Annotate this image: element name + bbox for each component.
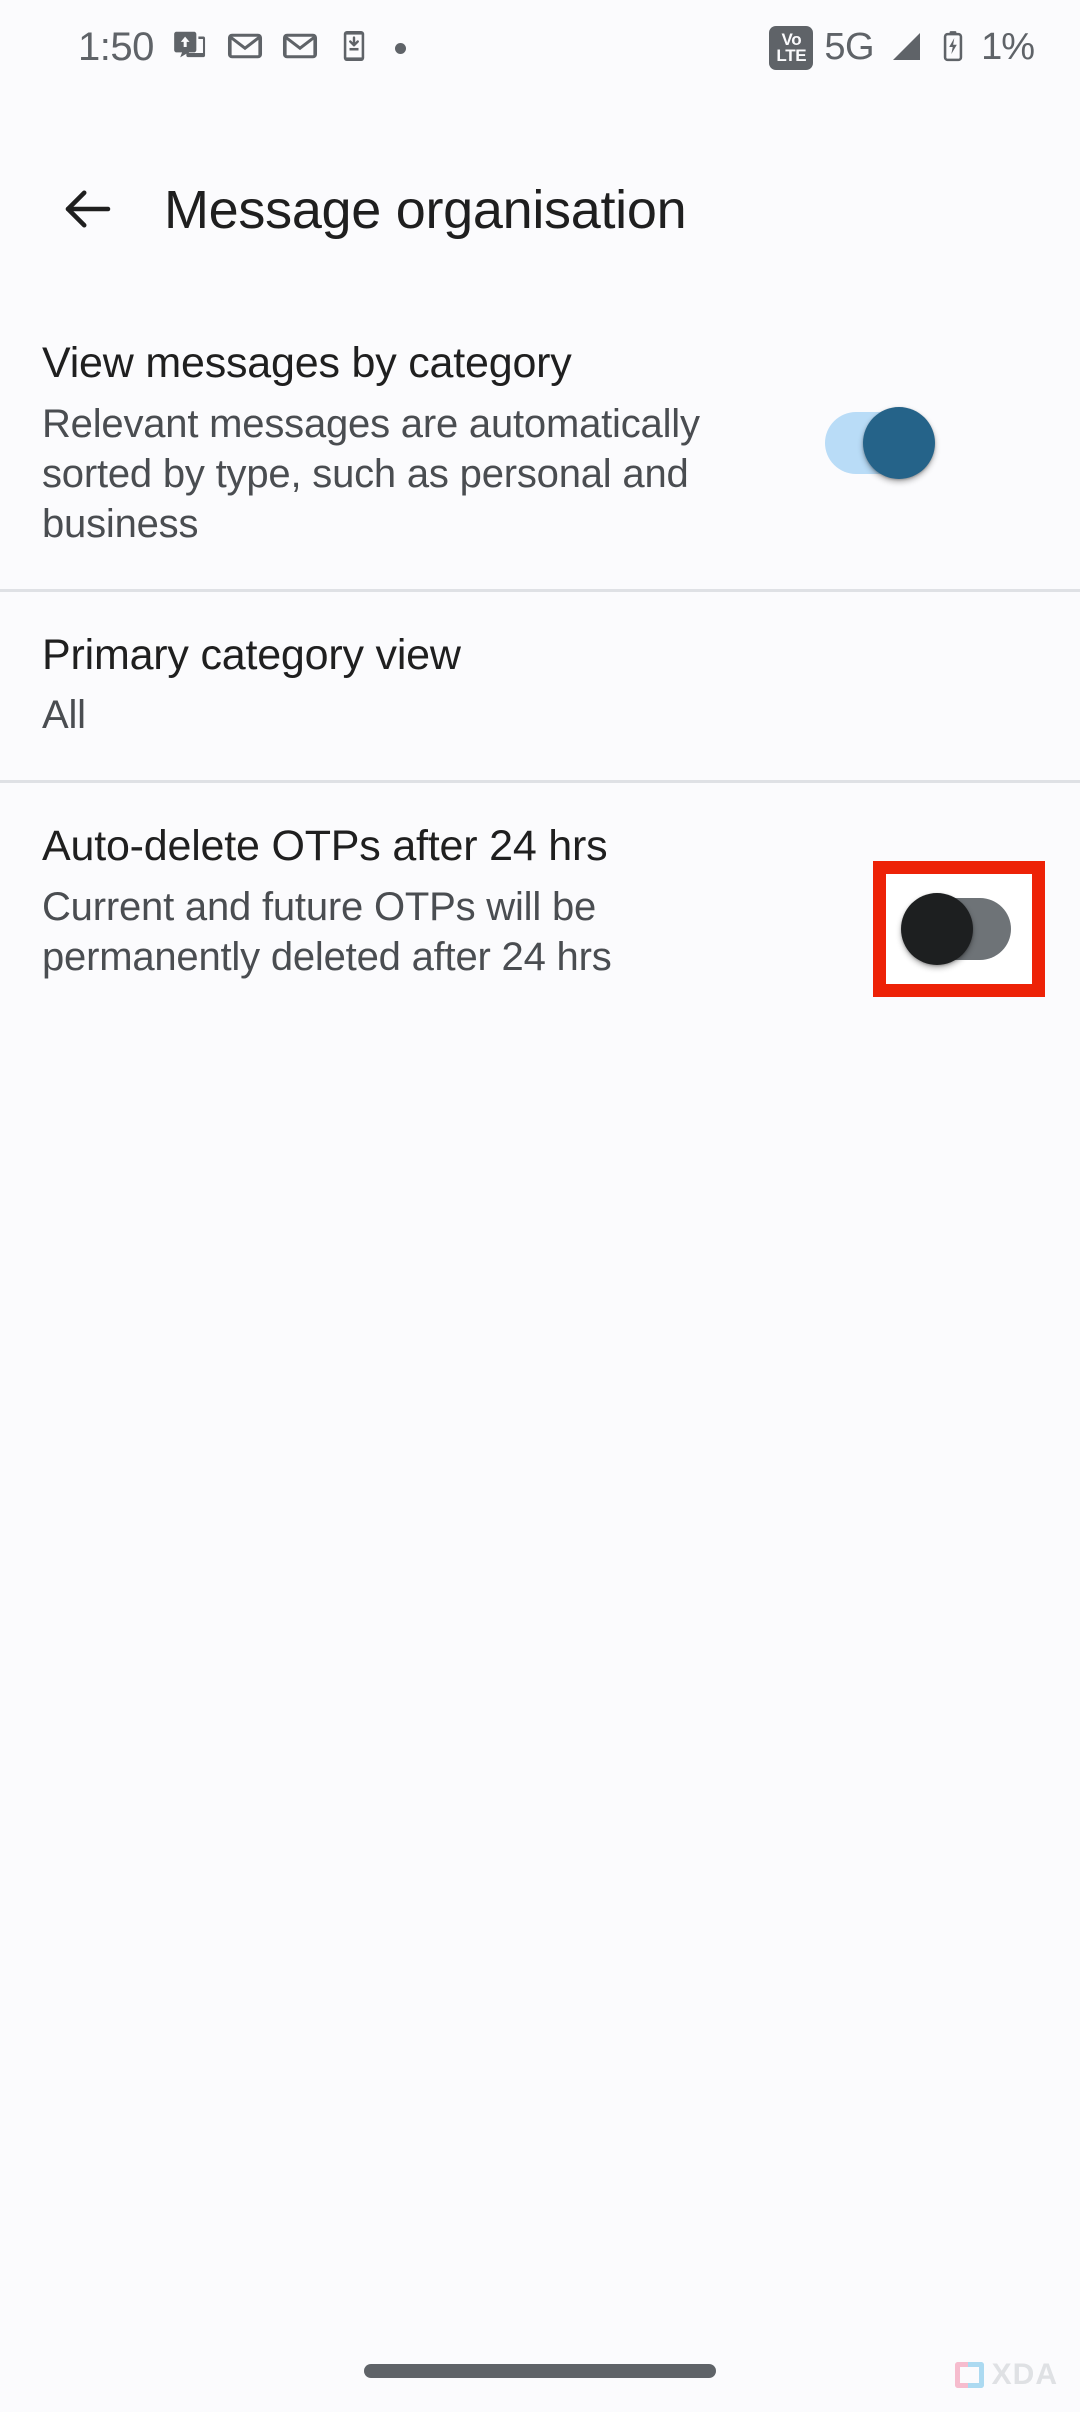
gesture-navigation-pill[interactable] <box>364 2364 716 2378</box>
preference-control <box>802 407 952 480</box>
volte-bottom-text: LTE <box>776 46 807 65</box>
back-button[interactable] <box>40 162 136 258</box>
auto-delete-otps-switch[interactable] <box>901 893 1011 965</box>
back-arrow-icon <box>58 179 118 242</box>
preference-text-block: View messages by category Relevant messa… <box>42 338 802 549</box>
status-clock: 1:50 <box>78 25 154 69</box>
preference-text-block: Primary category view All <box>42 630 802 741</box>
view-messages-by-category-switch[interactable] <box>825 407 935 480</box>
preference-title: Primary category view <box>42 630 461 679</box>
network-type-label: 5G <box>824 26 875 68</box>
highlight-annotation-box <box>873 861 1045 997</box>
preference-row-primary-category-view[interactable]: Primary category view All <box>0 592 1080 781</box>
xda-watermark: XDA <box>954 2358 1058 2391</box>
page-title: Message organisation <box>164 180 687 240</box>
xda-watermark-text: XDA <box>991 2358 1058 2391</box>
phone-screen: 1:50 Vo LTE 5G 1% Message organisation V… <box>0 0 1080 2412</box>
signal-bars-icon <box>885 26 925 71</box>
gmail-icon-2 <box>281 27 319 70</box>
status-bar-right: Vo LTE 5G 1% <box>769 26 1035 71</box>
volte-icon: Vo LTE <box>769 26 814 70</box>
gmail-icon <box>226 27 264 70</box>
preference-summary: Relevant messages are automatically sort… <box>42 401 700 546</box>
battery-charging-icon <box>936 29 970 68</box>
switch-thumb <box>901 893 973 965</box>
switch-thumb <box>863 407 935 480</box>
overflow-dot-icon <box>394 42 406 54</box>
preference-title: Auto-delete OTPs after 24 hrs <box>42 822 608 871</box>
preference-row-view-messages-by-category[interactable]: View messages by category Relevant messa… <box>0 300 1080 589</box>
preference-title: View messages by category <box>42 339 572 387</box>
xda-logo-icon <box>954 2360 985 2390</box>
status-bar-left: 1:50 <box>78 27 412 70</box>
app-bar: Message organisation <box>0 150 1080 270</box>
status-bar: 1:50 Vo LTE 5G 1% <box>0 0 1080 96</box>
download-to-phone-icon <box>336 28 372 69</box>
preference-text-block: Auto-delete OTPs after 24 hrs Current an… <box>42 821 802 982</box>
battery-percent-label: 1% <box>981 26 1035 68</box>
preference-summary: Current and future OTPs will be permanen… <box>42 885 612 980</box>
preference-value: All <box>42 693 86 738</box>
screen-share-icon <box>171 27 209 70</box>
